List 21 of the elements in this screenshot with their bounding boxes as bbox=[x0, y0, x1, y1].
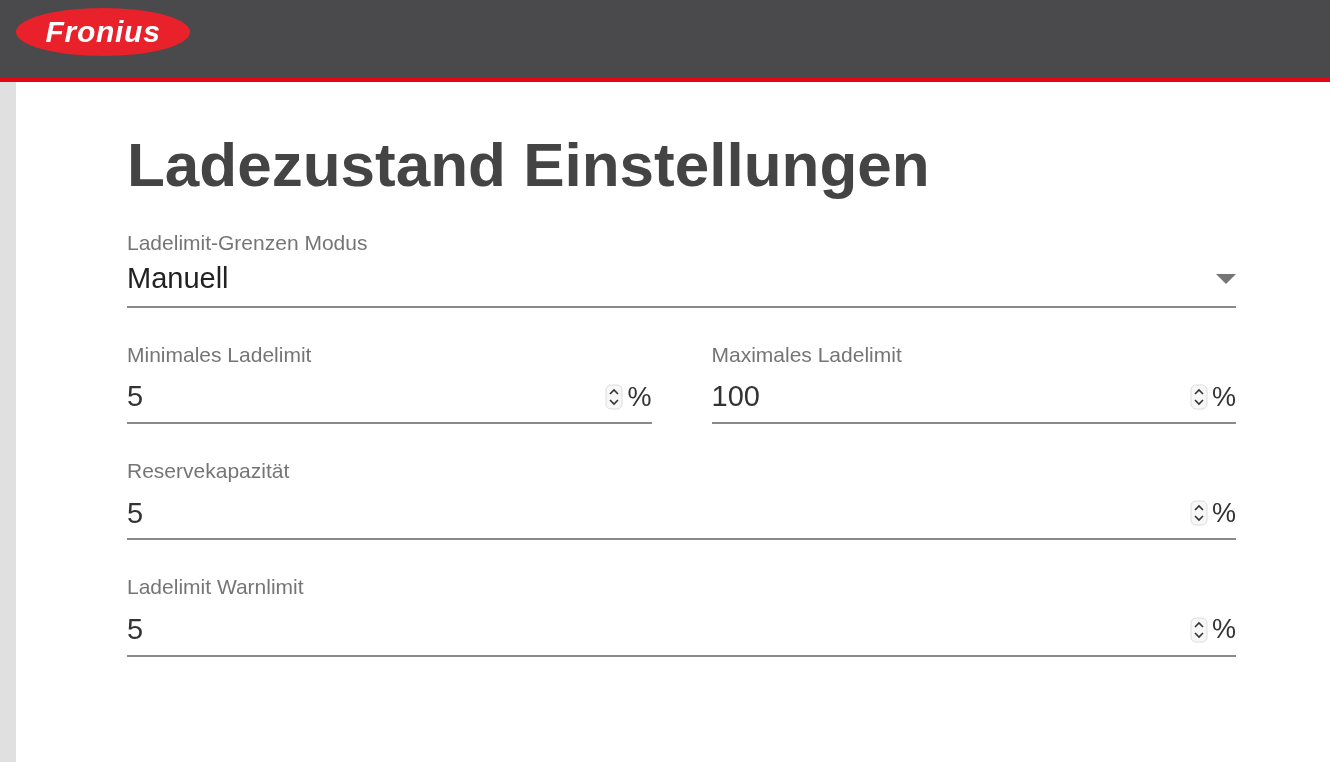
field-label: Maximales Ladelimit bbox=[711, 341, 903, 368]
number-field[interactable]: 5 % bbox=[127, 368, 652, 424]
number-field[interactable]: 100 % bbox=[711, 368, 1236, 424]
spinner-icon[interactable] bbox=[1190, 384, 1208, 410]
field-label: Ladelimit Warnlimit bbox=[127, 574, 305, 601]
number-field[interactable]: 5 % bbox=[127, 600, 1236, 657]
field-label: Reservekapazität bbox=[127, 458, 291, 484]
logo[interactable]: Fronius bbox=[16, 8, 190, 56]
dropdown-caret-icon bbox=[1216, 273, 1236, 284]
spinner-icon[interactable] bbox=[1190, 500, 1208, 527]
page-title: Ladezustand Einstellungen bbox=[127, 129, 931, 201]
field-label: Minimales Ladelimit bbox=[127, 341, 313, 368]
spinner-icon[interactable] bbox=[1190, 616, 1208, 643]
unit-label: % bbox=[1212, 497, 1236, 530]
field-label: Ladelimit-Grenzen Modus bbox=[127, 229, 369, 256]
mode-dropdown[interactable]: Manuell bbox=[127, 255, 1236, 308]
unit-label: % bbox=[627, 380, 652, 414]
unit-label: % bbox=[1212, 613, 1236, 647]
unit-label: % bbox=[1212, 380, 1236, 414]
spinner-icon[interactable] bbox=[605, 384, 624, 410]
number-field[interactable]: 5 % bbox=[127, 484, 1236, 541]
